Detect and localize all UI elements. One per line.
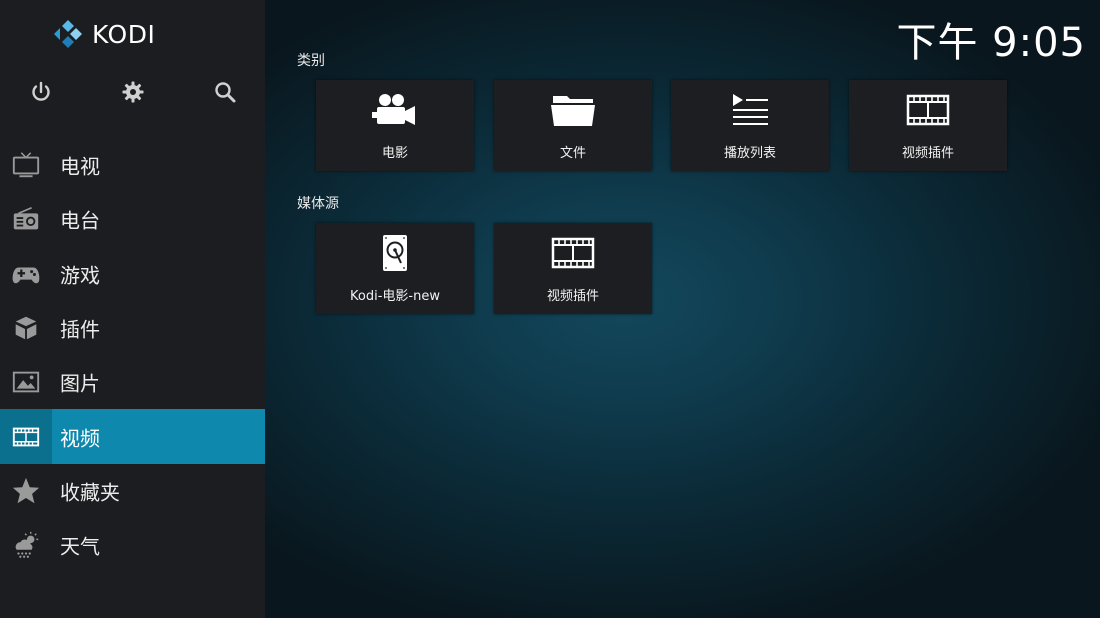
- sidebar-item-label: 天气: [60, 534, 100, 559]
- radio-icon: [10, 203, 42, 235]
- tile-label: 播放列表: [723, 146, 776, 161]
- main-menu: 电视 电台 游戏 插件 图片 视频 收藏夹 天气: [0, 138, 265, 572]
- tile-files[interactable]: 文件: [494, 80, 652, 171]
- tv-icon: [10, 149, 42, 181]
- sidebar-item-label: 电视: [60, 154, 100, 179]
- tile-source-kodi-movies[interactable]: Kodi-电影-new: [316, 223, 474, 314]
- kodi-home-screen: KODI 电视 电台 游戏 插件 图片 视频 收藏夹 天气 下午 9:05 类别…: [0, 0, 1100, 618]
- sidebar-item-radio[interactable]: 电台: [0, 192, 265, 246]
- sidebar-item-weather[interactable]: 天气: [0, 518, 265, 572]
- sidebar-item-label: 游戏: [60, 263, 100, 288]
- sidebar-item-favourites[interactable]: 收藏夹: [0, 464, 265, 518]
- film-strip-icon: [849, 92, 1007, 128]
- tile-label: 文件: [559, 146, 586, 161]
- tile-video-addons[interactable]: 视频插件: [849, 80, 1007, 171]
- sources-heading: 媒体源: [297, 196, 339, 212]
- tile-label: 视频插件: [546, 289, 599, 304]
- sidebar-item-label: 电台: [60, 208, 100, 233]
- system-toolbar: [0, 72, 265, 112]
- pictures-icon: [10, 366, 42, 398]
- sidebar-item-label: 收藏夹: [60, 480, 120, 505]
- sidebar-item-addons[interactable]: 插件: [0, 301, 265, 355]
- sidebar-item-videos[interactable]: 视频: [0, 409, 265, 464]
- sidebar-item-tv[interactable]: 电视: [0, 138, 265, 192]
- playlist-icon: [671, 92, 829, 128]
- logo-text: KODI: [92, 19, 156, 49]
- categories-heading: 类别: [297, 53, 325, 69]
- main-content: 下午 9:05 类别 电影 文件 播放列表 视频插件 媒体源 Kodi-电影-n…: [265, 0, 1100, 618]
- film-strip-icon: [10, 421, 42, 453]
- search-button[interactable]: [211, 78, 239, 106]
- sidebar-item-label: 视频: [60, 426, 100, 451]
- folder-icon: [494, 92, 652, 128]
- sidebar: KODI 电视 电台 游戏 插件 图片 视频 收藏夹 天气: [0, 0, 265, 618]
- sidebar-item-label: 插件: [60, 317, 100, 342]
- settings-button[interactable]: [119, 78, 147, 106]
- tile-source-video-addons[interactable]: 视频插件: [494, 223, 652, 314]
- tile-playlists[interactable]: 播放列表: [671, 80, 829, 171]
- settings-icon: [122, 81, 144, 103]
- weather-icon: [10, 529, 42, 561]
- gamepad-icon: [10, 258, 42, 290]
- addons-box-icon: [10, 312, 42, 344]
- sidebar-item-pictures[interactable]: 图片: [0, 355, 265, 409]
- hard-drive-icon: [316, 235, 474, 271]
- search-icon: [215, 82, 236, 103]
- film-strip-icon: [494, 235, 652, 271]
- power-icon: [32, 81, 50, 101]
- kodi-logo-icon: [54, 20, 82, 48]
- kodi-logo[interactable]: KODI: [52, 16, 155, 52]
- tile-movies[interactable]: 电影: [316, 80, 474, 171]
- power-button[interactable]: [27, 78, 55, 106]
- tile-label: Kodi-电影-new: [350, 289, 440, 304]
- tile-label: 视频插件: [901, 146, 954, 161]
- movie-camera-icon: [316, 92, 474, 128]
- clock: 下午 9:05: [896, 20, 1086, 66]
- star-icon: [10, 475, 42, 507]
- sidebar-item-games[interactable]: 游戏: [0, 247, 265, 301]
- tile-label: 电影: [381, 146, 408, 161]
- sidebar-item-label: 图片: [60, 371, 100, 396]
